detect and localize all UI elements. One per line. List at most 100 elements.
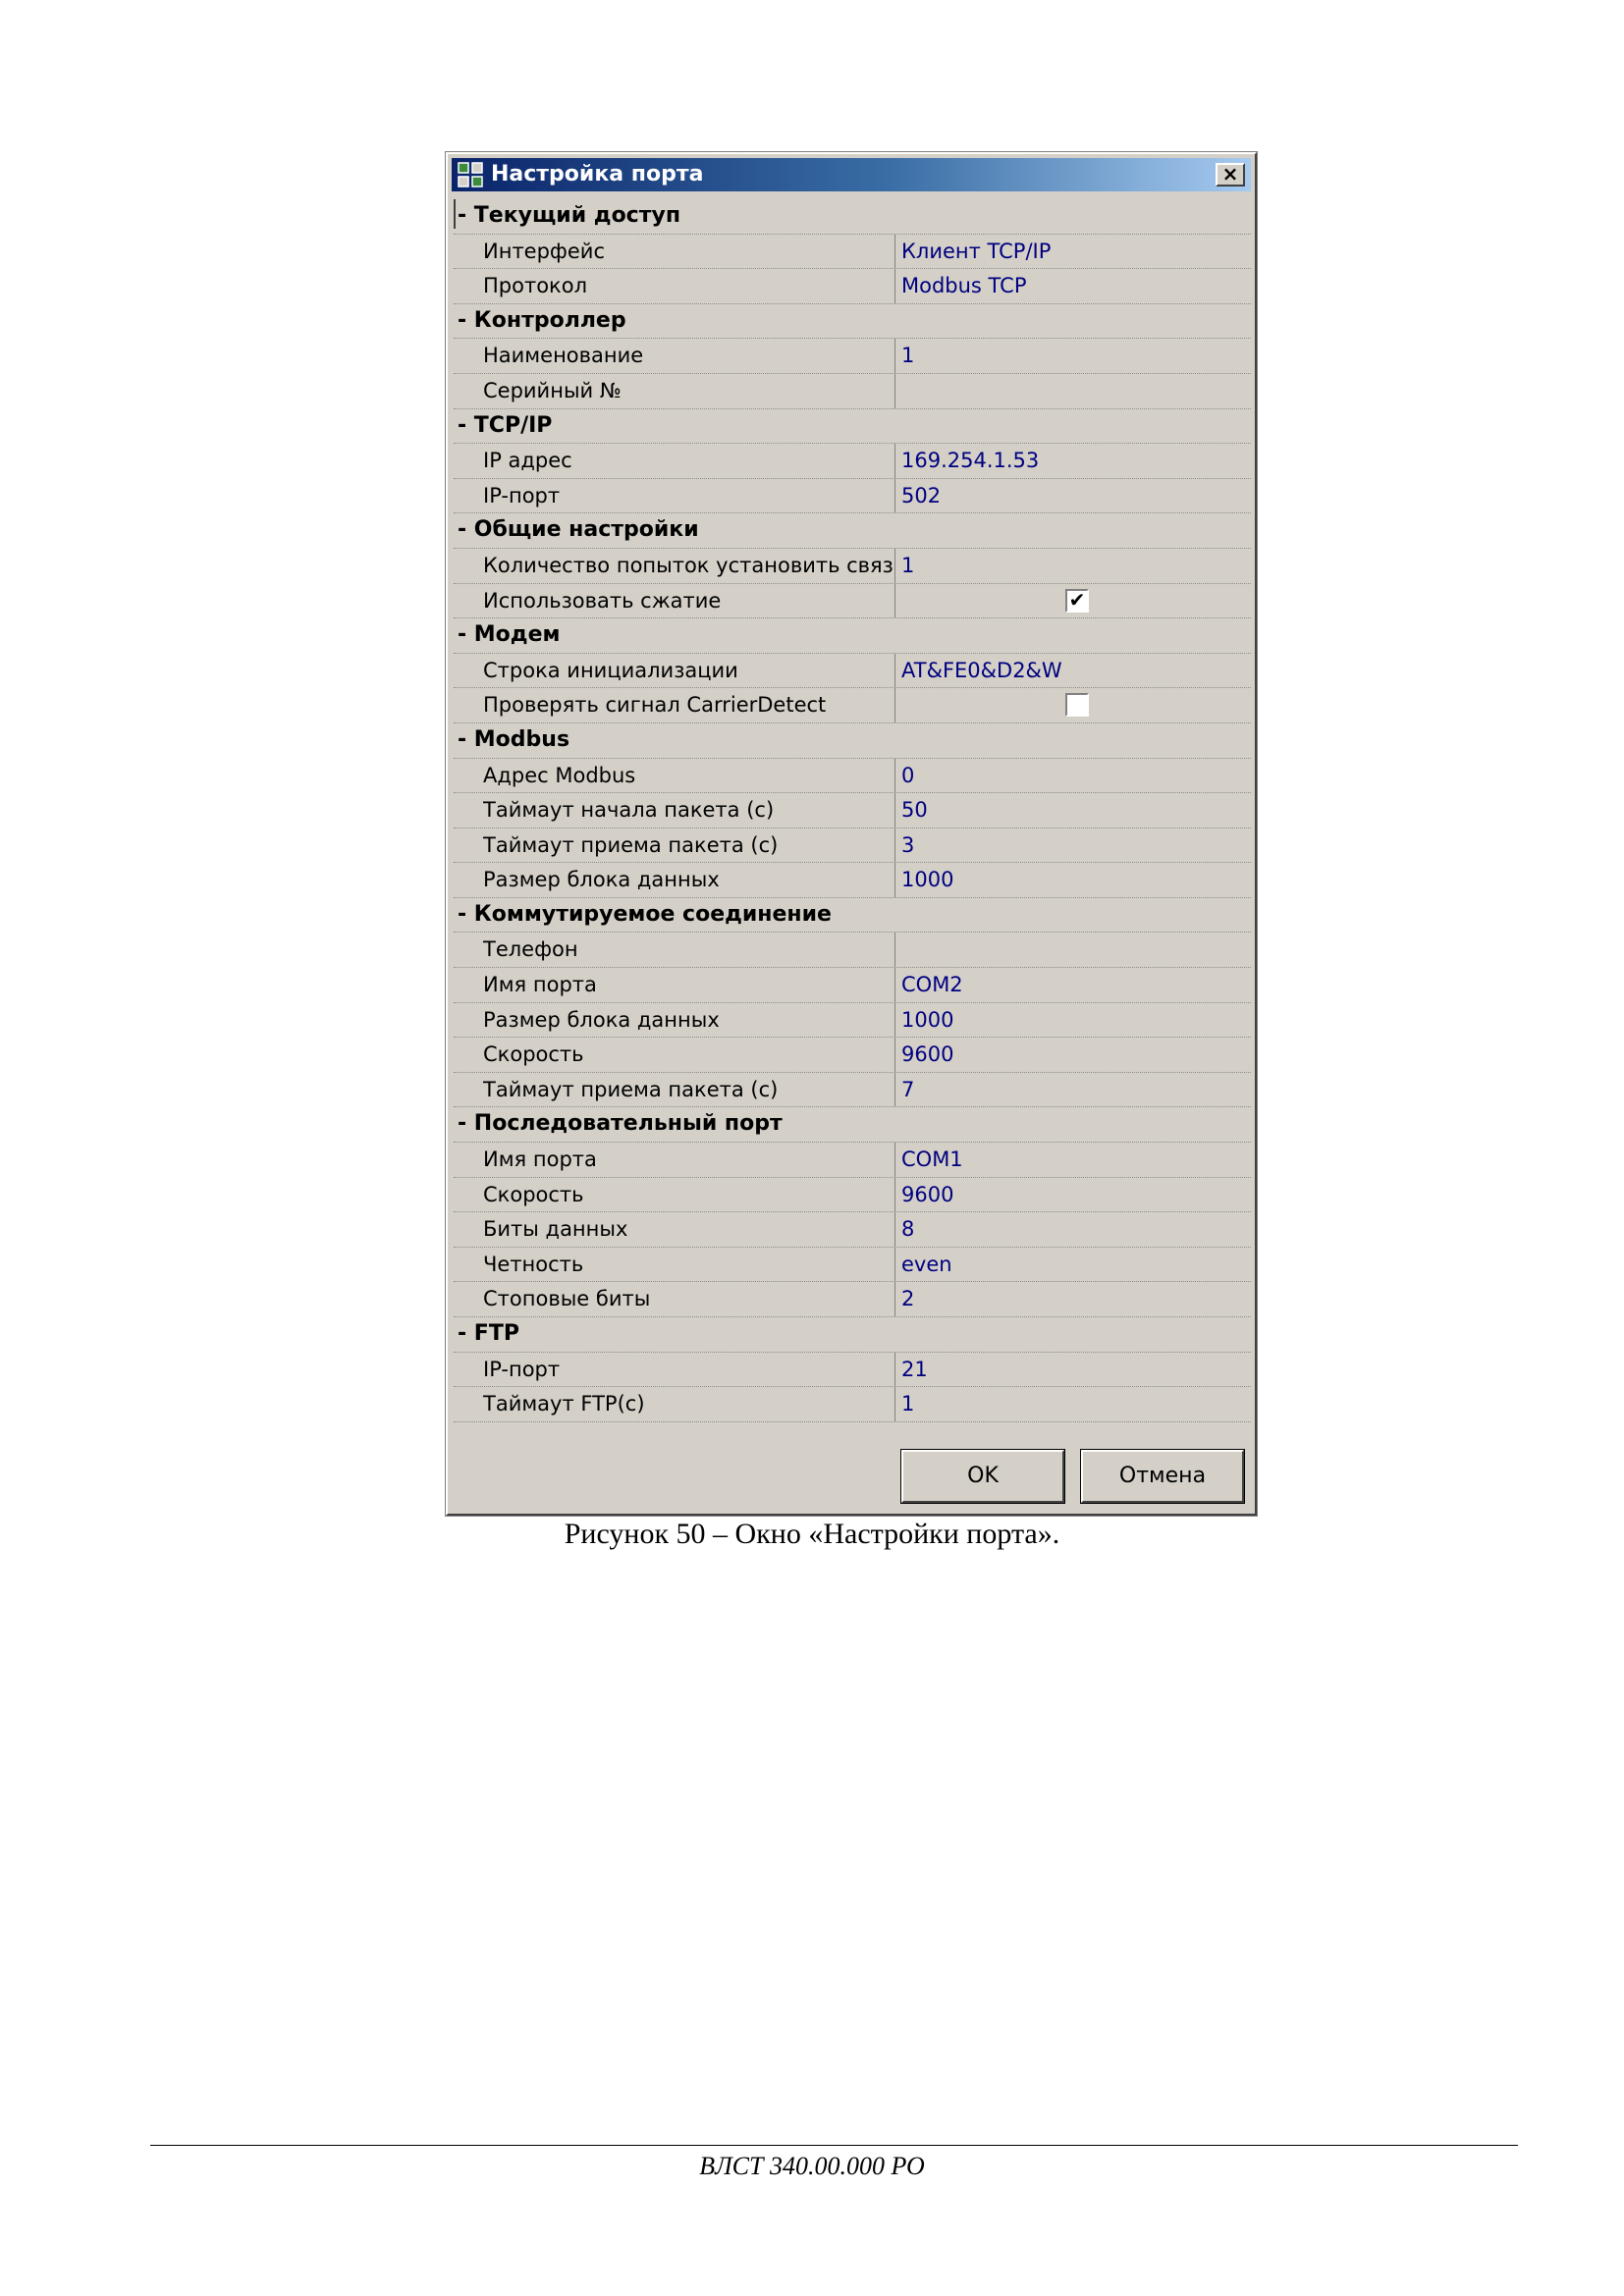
property-value[interactable]: 21 bbox=[901, 1353, 928, 1386]
column-divider bbox=[894, 1282, 895, 1316]
property-value[interactable]: 3 bbox=[901, 828, 914, 862]
property-value[interactable]: 1000 bbox=[901, 863, 953, 896]
property-value[interactable]: 1 bbox=[901, 339, 914, 372]
property-row[interactable]: Скорость 9600 bbox=[454, 1177, 1251, 1213]
section-header[interactable]: - Коммутируемое соединение bbox=[454, 898, 1251, 934]
column-divider bbox=[894, 933, 895, 968]
property-value[interactable]: 2 bbox=[901, 1282, 914, 1315]
property-row[interactable]: Количество попыток установить связь 1 bbox=[454, 548, 1251, 584]
property-value[interactable]: 8 bbox=[901, 1212, 914, 1246]
property-value[interactable]: 0 bbox=[901, 759, 914, 792]
property-value[interactable]: 1 bbox=[901, 1387, 914, 1420]
property-label: Стоповые биты bbox=[483, 1287, 651, 1311]
property-value[interactable]: 50 bbox=[901, 793, 928, 827]
property-row[interactable]: Таймаут приема пакета (с) 7 bbox=[454, 1072, 1251, 1108]
property-row[interactable]: Размер блока данных 1000 bbox=[454, 1002, 1251, 1039]
property-value[interactable]: even bbox=[901, 1248, 952, 1281]
section-title: - Модем bbox=[458, 622, 561, 648]
property-row[interactable]: Серийный № bbox=[454, 373, 1251, 409]
section-header[interactable]: - Текущий доступ bbox=[454, 199, 1251, 235]
property-label: Проверять сигнал CarrierDetect bbox=[483, 693, 827, 718]
column-divider bbox=[894, 234, 895, 269]
section-header[interactable]: - FTP bbox=[454, 1317, 1251, 1353]
property-value[interactable]: Клиент TCP/IP bbox=[901, 235, 1051, 268]
column-divider bbox=[894, 269, 895, 303]
section-header[interactable]: - Контроллер bbox=[454, 304, 1251, 340]
document-footer: ВЛСТ 340.00.000 РО bbox=[699, 2152, 925, 2180]
property-value[interactable]: 1000 bbox=[901, 1003, 953, 1037]
column-divider bbox=[894, 1352, 895, 1387]
property-row[interactable]: Имя порта COM1 bbox=[454, 1143, 1251, 1178]
figure-caption: Рисунок 50 – Окно «Настройки порта». bbox=[564, 1518, 1060, 1550]
property-grid: - Текущий доступ Интерфейс Клиент TCP/IP Пр… bbox=[454, 199, 1251, 1422]
property-value[interactable]: 9600 bbox=[901, 1178, 953, 1211]
property-label: Размер блока данных bbox=[483, 868, 720, 892]
column-divider bbox=[894, 1212, 895, 1247]
property-label: Использовать сжатие bbox=[483, 588, 722, 613]
property-row[interactable]: Интерфейс Клиент TCP/IP bbox=[454, 234, 1251, 270]
property-value[interactable]: 502 bbox=[901, 479, 941, 512]
section-header[interactable]: - Modbus bbox=[454, 723, 1251, 759]
property-value[interactable]: 9600 bbox=[901, 1038, 953, 1071]
property-row[interactable]: Наименование 1 bbox=[454, 339, 1251, 374]
column-divider bbox=[894, 548, 895, 583]
column-divider bbox=[894, 793, 895, 828]
property-row[interactable]: Стоповые биты 2 bbox=[454, 1282, 1251, 1317]
column-divider bbox=[894, 339, 895, 373]
property-row[interactable]: Протокол Modbus TCP bbox=[454, 269, 1251, 304]
property-label: Скорость bbox=[483, 1042, 584, 1067]
property-label: Строка инициализации bbox=[483, 658, 738, 682]
section-title: - Modbus bbox=[458, 726, 570, 752]
section-title: - Коммутируемое соединение bbox=[458, 901, 832, 927]
property-label: Таймаут FTP(с) bbox=[483, 1392, 645, 1416]
property-row[interactable]: Размер блока данных 1000 bbox=[454, 863, 1251, 898]
section-title: - Контроллер bbox=[458, 307, 626, 333]
property-checkbox[interactable]: ✔ bbox=[1065, 588, 1089, 613]
property-value[interactable]: 7 bbox=[901, 1073, 914, 1106]
property-label: Адрес Modbus bbox=[483, 763, 636, 787]
section-header[interactable]: - Общие настройки bbox=[454, 513, 1251, 549]
ok-button[interactable]: OK bbox=[900, 1449, 1065, 1504]
property-row[interactable]: Таймаут FTP(с) 1 bbox=[454, 1387, 1251, 1422]
property-row[interactable]: Имя порта COM2 bbox=[454, 968, 1251, 1003]
property-label: IP-порт bbox=[483, 483, 561, 507]
property-value[interactable]: COM2 bbox=[901, 968, 963, 1001]
property-value[interactable]: Modbus TCP bbox=[901, 269, 1026, 302]
cancel-button[interactable]: Отмена bbox=[1080, 1449, 1245, 1504]
property-row[interactable]: Проверять сигнал CarrierDetect bbox=[454, 688, 1251, 723]
footer-divider bbox=[150, 2145, 1518, 2146]
property-value[interactable]: AT&FE0&D2&W bbox=[901, 654, 1062, 687]
column-divider bbox=[894, 758, 895, 793]
close-button[interactable]: × bbox=[1216, 163, 1245, 187]
property-label: Количество попыток установить связь bbox=[483, 553, 893, 577]
property-label: Имя порта bbox=[483, 973, 597, 997]
property-value[interactable]: 1 bbox=[901, 549, 914, 582]
column-divider bbox=[894, 373, 895, 408]
property-row[interactable]: Телефон bbox=[454, 933, 1251, 969]
property-row[interactable]: Биты данных 8 bbox=[454, 1212, 1251, 1248]
property-row[interactable]: Скорость 9600 bbox=[454, 1038, 1251, 1073]
property-checkbox[interactable] bbox=[1065, 693, 1089, 718]
property-label: Таймаут приема пакета (с) bbox=[483, 832, 779, 857]
property-row[interactable]: Таймаут приема пакета (с) 3 bbox=[454, 828, 1251, 864]
property-row[interactable]: IP-порт 502 bbox=[454, 478, 1251, 514]
column-divider bbox=[894, 653, 895, 688]
property-value[interactable]: 169.254.1.53 bbox=[901, 444, 1039, 477]
property-row[interactable]: Таймаут начала пакета (с) 50 bbox=[454, 793, 1251, 828]
property-label: Таймаут начала пакета (с) bbox=[483, 798, 775, 823]
section-header[interactable]: - TCP/IP bbox=[454, 409, 1251, 445]
property-label: Наименование bbox=[483, 344, 644, 368]
section-title: - Текущий доступ bbox=[458, 203, 681, 228]
section-header[interactable]: - Последовательный порт bbox=[454, 1107, 1251, 1144]
dialog-title: Настройка порта bbox=[491, 162, 704, 187]
column-divider bbox=[894, 444, 895, 478]
property-row[interactable]: Использовать сжатие ✔ bbox=[454, 583, 1251, 619]
property-row[interactable]: Строка инициализации AT&FE0&D2&W bbox=[454, 653, 1251, 689]
network-icon bbox=[458, 162, 483, 187]
property-row[interactable]: Четность even bbox=[454, 1247, 1251, 1283]
property-value[interactable]: COM1 bbox=[901, 1143, 963, 1176]
property-row[interactable]: Адрес Modbus 0 bbox=[454, 758, 1251, 794]
section-header[interactable]: - Модем bbox=[454, 618, 1251, 654]
property-row[interactable]: IP адрес 169.254.1.53 bbox=[454, 444, 1251, 479]
property-row[interactable]: IP-порт 21 bbox=[454, 1352, 1251, 1388]
